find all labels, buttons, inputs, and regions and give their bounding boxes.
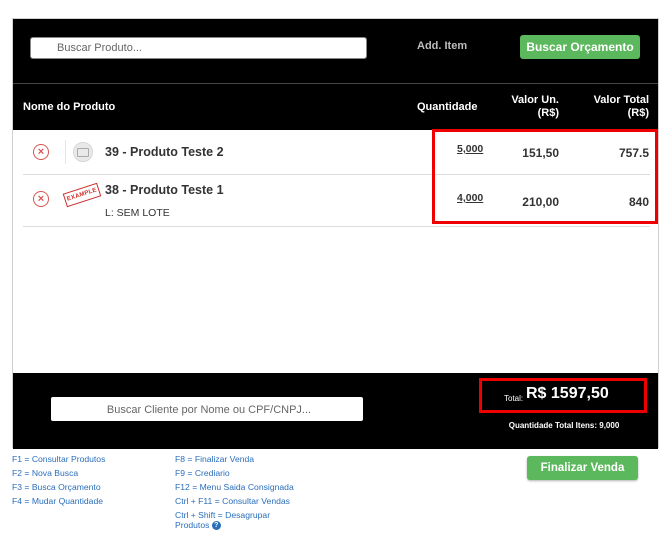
shortcuts-left: F1 = Consultar Produtos F2 = Nova Busca …: [12, 452, 105, 508]
help-icon[interactable]: ?: [211, 521, 221, 531]
top-bar: Add. Item Buscar Orçamento: [13, 19, 658, 83]
shortcut-ctrl-shift[interactable]: Ctrl + Shift = Desagrupar Produtos ?: [175, 510, 294, 531]
header-valor-total: Valor Total (R$): [577, 94, 649, 120]
shortcut-f2[interactable]: F2 = Nova Busca: [12, 466, 105, 480]
shortcut-f8[interactable]: F8 = Finalizar Venda: [175, 452, 294, 466]
shortcut-f3[interactable]: F3 = Busca Orçamento: [12, 480, 105, 494]
finalizar-venda-button[interactable]: Finalizar Venda: [527, 456, 638, 480]
shortcut-ctrl-f11[interactable]: Ctrl + F11 = Consultar Vendas: [175, 494, 294, 508]
remove-circle-icon[interactable]: ×: [33, 144, 49, 160]
header-valor-un-l2: (R$): [537, 107, 559, 119]
highlight-box: [432, 129, 658, 224]
remove-circle-icon[interactable]: ×: [33, 191, 49, 207]
header-valor-un: Valor Un. (R$): [497, 94, 559, 120]
shortcut-ctrl-shift-l1: Ctrl + Shift = Desagrupar: [175, 510, 271, 520]
no-image-placeholder-icon: [73, 142, 93, 162]
client-search-input[interactable]: [51, 397, 367, 423]
header-valor-total-l1: Valor Total: [593, 94, 649, 106]
product-name: 39 - Produto Teste 2: [105, 145, 224, 159]
shortcut-f4[interactable]: F4 = Mudar Quantidade: [12, 494, 105, 508]
product-lote: L: SEM LOTE: [105, 207, 170, 219]
buscar-orcamento-button[interactable]: Buscar Orçamento: [520, 35, 640, 59]
total-box: Total: R$ 1597,50: [479, 378, 647, 413]
total-value: R$ 1597,50: [526, 385, 609, 402]
header-valor-un-l1: Valor Un.: [511, 94, 559, 106]
shortcuts-right: F8 = Finalizar Venda F9 = Crediario F12 …: [175, 452, 294, 531]
client-search-field[interactable]: [51, 397, 367, 423]
table-header: Nome do Produto Quantidade Valor Un. (R$…: [13, 83, 658, 130]
product-search-input[interactable]: [31, 38, 366, 58]
example-stamp: EXAMPLE: [62, 182, 102, 208]
product-name: 38 - Produto Teste 1: [105, 183, 224, 197]
pdv-panel: Add. Item Buscar Orçamento Nome do Produ…: [12, 18, 659, 449]
product-search-field[interactable]: [30, 37, 367, 59]
header-valor-total-l2: (R$): [627, 107, 649, 119]
add-item-button[interactable]: Add. Item: [417, 40, 467, 52]
header-nome: Nome do Produto: [23, 101, 116, 113]
shortcut-f12[interactable]: F12 = Menu Saida Consignada: [175, 480, 294, 494]
header-quantidade: Quantidade: [417, 101, 478, 113]
footer-bar: Total: R$ 1597,50 Quantidade Total Itens…: [13, 373, 658, 449]
total-label: Total:: [504, 394, 524, 403]
shortcut-f1[interactable]: F1 = Consultar Produtos: [12, 452, 105, 466]
shortcut-f9[interactable]: F9 = Crediario: [175, 466, 294, 480]
quantity-total: Quantidade Total Itens: 9,000: [508, 421, 620, 430]
row-divider: [65, 140, 66, 164]
shortcut-ctrl-shift-l2: Produtos: [175, 520, 210, 530]
